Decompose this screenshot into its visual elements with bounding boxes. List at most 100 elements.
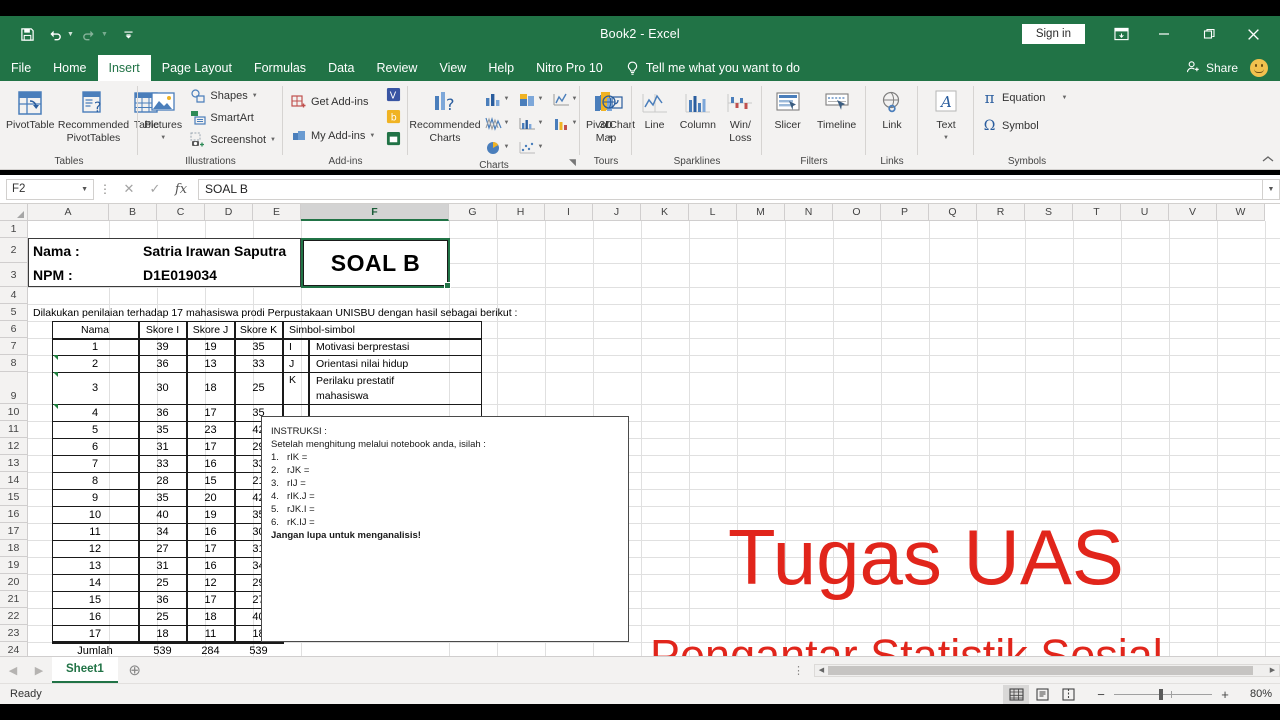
- column-header-I[interactable]: I: [545, 204, 593, 221]
- normal-view-icon[interactable]: [1003, 684, 1029, 704]
- table-cell-i[interactable]: 36: [140, 404, 185, 421]
- table-cell-nama[interactable]: 6: [53, 438, 137, 455]
- table-cell-i[interactable]: 25: [140, 574, 185, 591]
- cell-A5-intro-text[interactable]: Dilakukan penilaian terhadap 17 mahasisw…: [30, 305, 670, 321]
- row-header-5[interactable]: 5: [0, 304, 28, 321]
- smartart-button[interactable]: SmartArt: [186, 107, 279, 129]
- row-header-20[interactable]: 20: [0, 574, 28, 591]
- table-cell-j[interactable]: 23: [188, 421, 233, 438]
- text-dropdown-icon[interactable]: ▼: [943, 133, 949, 144]
- row-header-15[interactable]: 15: [0, 489, 28, 506]
- tell-me-search[interactable]: Tell me what you want to do: [626, 55, 800, 81]
- table-cell-j[interactable]: 18: [188, 372, 233, 404]
- restore-button[interactable]: [1186, 19, 1231, 49]
- row-header-12[interactable]: 12: [0, 438, 28, 455]
- cancel-icon[interactable]: ✕: [116, 178, 142, 200]
- link-button[interactable]: Link: [870, 85, 914, 131]
- combo-chart-button[interactable]: ▼: [548, 116, 582, 131]
- table-cell-jumlah-j[interactable]: 284: [188, 642, 233, 657]
- share-button[interactable]: Share: [1186, 60, 1238, 77]
- cell-A2-nama-label[interactable]: Nama :: [30, 239, 108, 262]
- table-cell-i[interactable]: 28: [140, 472, 185, 489]
- row-header-3[interactable]: 3: [0, 263, 28, 287]
- select-all-corner[interactable]: [0, 204, 28, 221]
- my-addins-dropdown-icon[interactable]: ▼: [369, 133, 375, 139]
- charts-dialog-launcher-icon[interactable]: ◥: [567, 157, 578, 168]
- column-header-O[interactable]: O: [833, 204, 881, 221]
- formula-input[interactable]: SOAL B: [198, 178, 1262, 200]
- table-cell-nama[interactable]: 2: [53, 355, 137, 372]
- table-cell-nama[interactable]: 1: [53, 338, 137, 355]
- redo-icon[interactable]: [76, 22, 102, 46]
- table-cell-nama[interactable]: 15: [53, 591, 137, 608]
- column-header-A[interactable]: A: [28, 204, 109, 221]
- scroll-right-icon[interactable]: ▶: [1266, 666, 1279, 674]
- table-cell-j[interactable]: 15: [188, 472, 233, 489]
- table-header-skore-i[interactable]: Skore I: [140, 321, 185, 338]
- collapse-ribbon-icon[interactable]: [1262, 155, 1274, 166]
- cell-A3-npm-label[interactable]: NPM :: [30, 263, 108, 286]
- table-cell-nama[interactable]: 7: [53, 455, 137, 472]
- row-header-1[interactable]: 1: [0, 221, 28, 238]
- tab-home[interactable]: Home: [42, 55, 97, 81]
- column-header-M[interactable]: M: [737, 204, 785, 221]
- row-header-7[interactable]: 7: [0, 338, 28, 355]
- table-cell-i[interactable]: 27: [140, 540, 185, 557]
- table-cell-nama[interactable]: 12: [53, 540, 137, 557]
- tab-page-layout[interactable]: Page Layout: [151, 55, 243, 81]
- table-cell-i[interactable]: 30: [140, 372, 185, 404]
- table-cell-j[interactable]: 11: [188, 625, 233, 642]
- table-cell-i[interactable]: 35: [140, 421, 185, 438]
- undo-icon[interactable]: [42, 22, 68, 46]
- bar-chart-button[interactable]: ▼: [514, 116, 548, 131]
- table-header-nama[interactable]: Nama: [53, 321, 137, 338]
- table-cell-j[interactable]: 13: [188, 355, 233, 372]
- page-layout-view-icon[interactable]: [1029, 685, 1055, 704]
- column-header-K[interactable]: K: [641, 204, 689, 221]
- column-chart-button[interactable]: ▼: [480, 92, 514, 107]
- pictures-dropdown-icon[interactable]: ▼: [160, 133, 166, 144]
- stock-chart-button[interactable]: ▼: [480, 116, 514, 131]
- cells-area[interactable]: Nama : Satria Irawan Saputra NPM : D1E01…: [28, 221, 1280, 656]
- table-cell-nama[interactable]: 17: [53, 625, 137, 642]
- sign-in-button[interactable]: Sign in: [1021, 24, 1085, 44]
- area-chart-button[interactable]: ▼: [514, 92, 548, 107]
- table-header-skore-k[interactable]: Skore K: [236, 321, 281, 338]
- symbol-code-I[interactable]: I: [286, 338, 306, 355]
- row-header-17[interactable]: 17: [0, 523, 28, 540]
- bing-maps-addin-icon[interactable]: b: [386, 109, 401, 129]
- table-cell-i[interactable]: 36: [140, 355, 185, 372]
- equation-dropdown-icon[interactable]: ▼: [1061, 95, 1067, 101]
- symbol-desc-I[interactable]: Motivasi berprestasi: [313, 338, 473, 355]
- page-break-preview-icon[interactable]: [1055, 685, 1081, 704]
- symbol-code-K[interactable]: K: [286, 372, 306, 389]
- formula-bar-expander-dots[interactable]: ⋮: [94, 182, 116, 196]
- row-header-19[interactable]: 19: [0, 557, 28, 574]
- column-header-Q[interactable]: Q: [929, 204, 977, 221]
- symbol-desc-K-line2[interactable]: mahasiswa: [313, 388, 473, 403]
- zoom-percentage[interactable]: 80%: [1238, 688, 1272, 700]
- zoom-slider[interactable]: [1114, 688, 1212, 700]
- row-header-14[interactable]: 14: [0, 472, 28, 489]
- table-cell-i[interactable]: 31: [140, 557, 185, 574]
- insert-function-icon[interactable]: fx: [168, 178, 194, 200]
- table-cell-k[interactable]: 35: [236, 338, 281, 355]
- column-header-S[interactable]: S: [1025, 204, 1073, 221]
- table-cell-j[interactable]: 16: [188, 557, 233, 574]
- row-header-23[interactable]: 23: [0, 625, 28, 642]
- column-header-L[interactable]: L: [689, 204, 737, 221]
- equation-button[interactable]: π Equation ▼: [978, 87, 1070, 109]
- column-header-F[interactable]: F: [301, 204, 449, 221]
- column-header-H[interactable]: H: [497, 204, 545, 221]
- row-header-11[interactable]: 11: [0, 421, 28, 438]
- get-addins-button[interactable]: Get Add-ins: [287, 91, 378, 113]
- table-cell-nama[interactable]: 5: [53, 421, 137, 438]
- table-cell-i[interactable]: 39: [140, 338, 185, 355]
- text-button[interactable]: A Text ▼: [922, 85, 970, 144]
- save-icon[interactable]: [14, 22, 40, 46]
- add-sheet-icon[interactable]: ⊕: [118, 661, 152, 679]
- table-cell-i[interactable]: 25: [140, 608, 185, 625]
- table-cell-j[interactable]: 18: [188, 608, 233, 625]
- next-sheet-icon[interactable]: ▶: [26, 664, 52, 677]
- instruction-textbox[interactable]: INSTRUKSI : Setelah menghitung melalui n…: [261, 416, 629, 642]
